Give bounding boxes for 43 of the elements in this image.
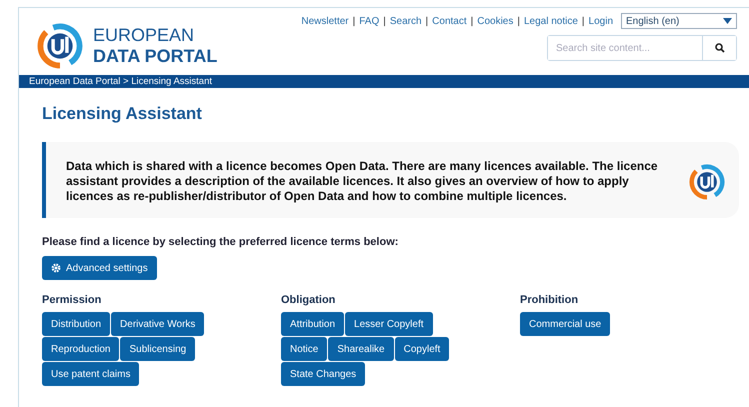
top-link[interactable]: FAQ — [359, 16, 380, 26]
logo-text: EUROPEAN — [93, 24, 196, 46]
gear-icon — [51, 263, 61, 273]
logo-text: DATA PORTAL — [93, 46, 218, 66]
search-icon — [714, 43, 724, 53]
licence-term-button[interactable]: Derivative Works — [111, 312, 204, 336]
dropdown-icon — [723, 18, 732, 24]
instruction-text: Please find a licence by selecting the preferred licence terms below: — [42, 236, 400, 248]
top-link[interactable]: Login — [588, 16, 613, 26]
top-link[interactable]: Legal notice — [524, 16, 578, 26]
link-separator: | — [517, 16, 520, 26]
licence-term-button[interactable]: Sublicensing — [120, 337, 196, 361]
group-heading: Prohibition — [520, 294, 580, 306]
link-separator: | — [582, 16, 585, 26]
advanced-settings-button[interactable]: Advanced settings — [42, 256, 157, 280]
link-separator: | — [383, 16, 386, 26]
search-button[interactable] — [702, 36, 736, 60]
group-heading: Obligation — [281, 294, 336, 306]
page-title: Licensing Assistant — [42, 104, 203, 124]
licence-term-button[interactable]: Sharealike — [328, 337, 394, 361]
top-link[interactable]: Search — [390, 16, 422, 26]
licence-term-button[interactable]: Copyleft — [394, 337, 450, 361]
breadcrumb[interactable]: European Data Portal > Licensing Assistant — [29, 76, 212, 87]
top-link[interactable]: Cookies — [477, 16, 514, 26]
link-separator: | — [426, 16, 428, 26]
top-link[interactable]: Newsletter — [301, 16, 349, 26]
logo-icon — [37, 22, 83, 68]
licence-term-button[interactable]: Lesser Copyleft — [345, 312, 433, 336]
intro-text: Data which is shared with a licence becomes Open Data. There are many licences available. The licence assistant provides a description of the available licences. It also gives an overview of how to apply licences as re-publisher/distributor of Open Data and how to combine multiple licences. — [66, 159, 659, 204]
licence-term-button[interactable]: Use patent claims — [42, 362, 140, 386]
search-field[interactable]: Search site content... — [547, 35, 737, 61]
logo-icon — [689, 164, 725, 200]
licence-term-button[interactable]: Distribution — [42, 312, 110, 336]
language-select[interactable]: English (en) — [621, 13, 737, 29]
licence-term-button[interactable]: State Changes — [281, 362, 366, 386]
group-heading: Permission — [42, 294, 102, 306]
link-separator: | — [352, 16, 356, 26]
licence-term-button[interactable]: Attribution — [281, 312, 344, 336]
licence-term-button[interactable]: Notice — [281, 337, 328, 361]
top-link[interactable]: Contact — [432, 16, 467, 26]
licence-term-button[interactable]: Commercial use — [520, 312, 610, 336]
link-separator: | — [470, 16, 474, 26]
licence-term-button[interactable]: Reproduction — [42, 337, 120, 361]
